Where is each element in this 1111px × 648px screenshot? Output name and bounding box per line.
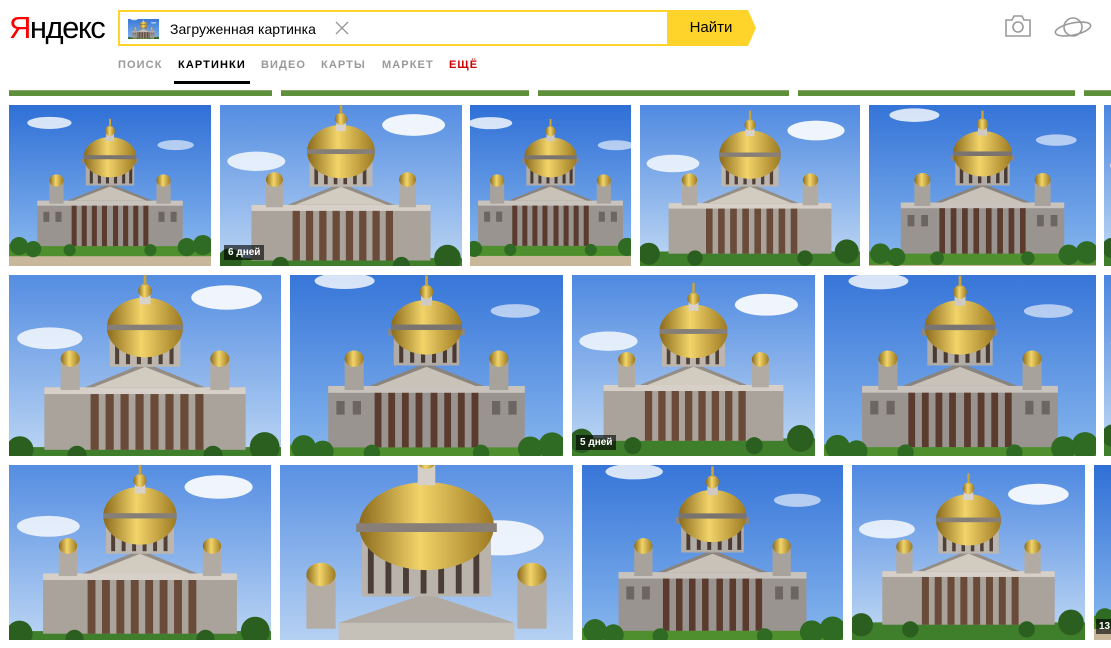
header: Яндекс Загруженная картинка Найти ПОИСК … — [0, 0, 1111, 90]
result-thumbnail[interactable] — [290, 275, 563, 456]
result-thumbnail[interactable] — [470, 105, 631, 266]
result-thumbnail[interactable] — [9, 465, 271, 640]
result-thumbnail[interactable] — [1104, 275, 1111, 456]
saturn-icon[interactable] — [1053, 13, 1093, 41]
tab-video[interactable]: ВИДЕО — [261, 59, 306, 71]
tab-images[interactable]: КАРТИНКИ — [174, 59, 250, 84]
close-icon[interactable] — [332, 18, 352, 38]
result-thumbnail[interactable] — [9, 105, 211, 266]
tab-market[interactable]: МАРКЕТ — [382, 59, 434, 71]
result-thumbnail[interactable] — [869, 105, 1096, 266]
tab-maps[interactable]: КАРТЫ — [321, 59, 366, 71]
age-badge: 6 дней — [224, 245, 265, 260]
search-field[interactable]: Загруженная картинка — [118, 10, 669, 46]
search-query[interactable]: Загруженная картинка — [170, 21, 316, 37]
result-thumbnail[interactable]: 13 — [1094, 465, 1111, 640]
result-thumbnail[interactable] — [582, 465, 843, 640]
result-thumbnail[interactable] — [852, 465, 1085, 640]
uploaded-image-thumbnail — [128, 19, 159, 39]
age-badge: 13 — [1096, 619, 1111, 634]
logo-letter: Я — [9, 10, 31, 45]
tab-more[interactable]: ЕЩЁ — [449, 59, 478, 71]
result-thumbnail[interactable] — [9, 275, 281, 456]
search-button[interactable]: Найти — [668, 10, 756, 46]
age-badge: 5 дней — [576, 435, 617, 450]
result-thumbnail[interactable] — [1104, 105, 1111, 266]
tab-search[interactable]: ПОИСК — [118, 59, 163, 71]
search-button-label: Найти — [689, 19, 733, 36]
yandex-logo[interactable]: Яндекс — [9, 10, 106, 46]
result-thumbnail[interactable]: 5 дней — [572, 275, 815, 456]
result-thumbnail[interactable] — [640, 105, 860, 266]
logo-rest: ндекс — [29, 10, 106, 45]
camera-icon[interactable] — [1004, 13, 1032, 39]
result-thumbnail[interactable] — [280, 465, 573, 640]
result-thumbnail[interactable]: 6 дней — [220, 105, 462, 266]
result-thumbnail[interactable] — [824, 275, 1096, 456]
